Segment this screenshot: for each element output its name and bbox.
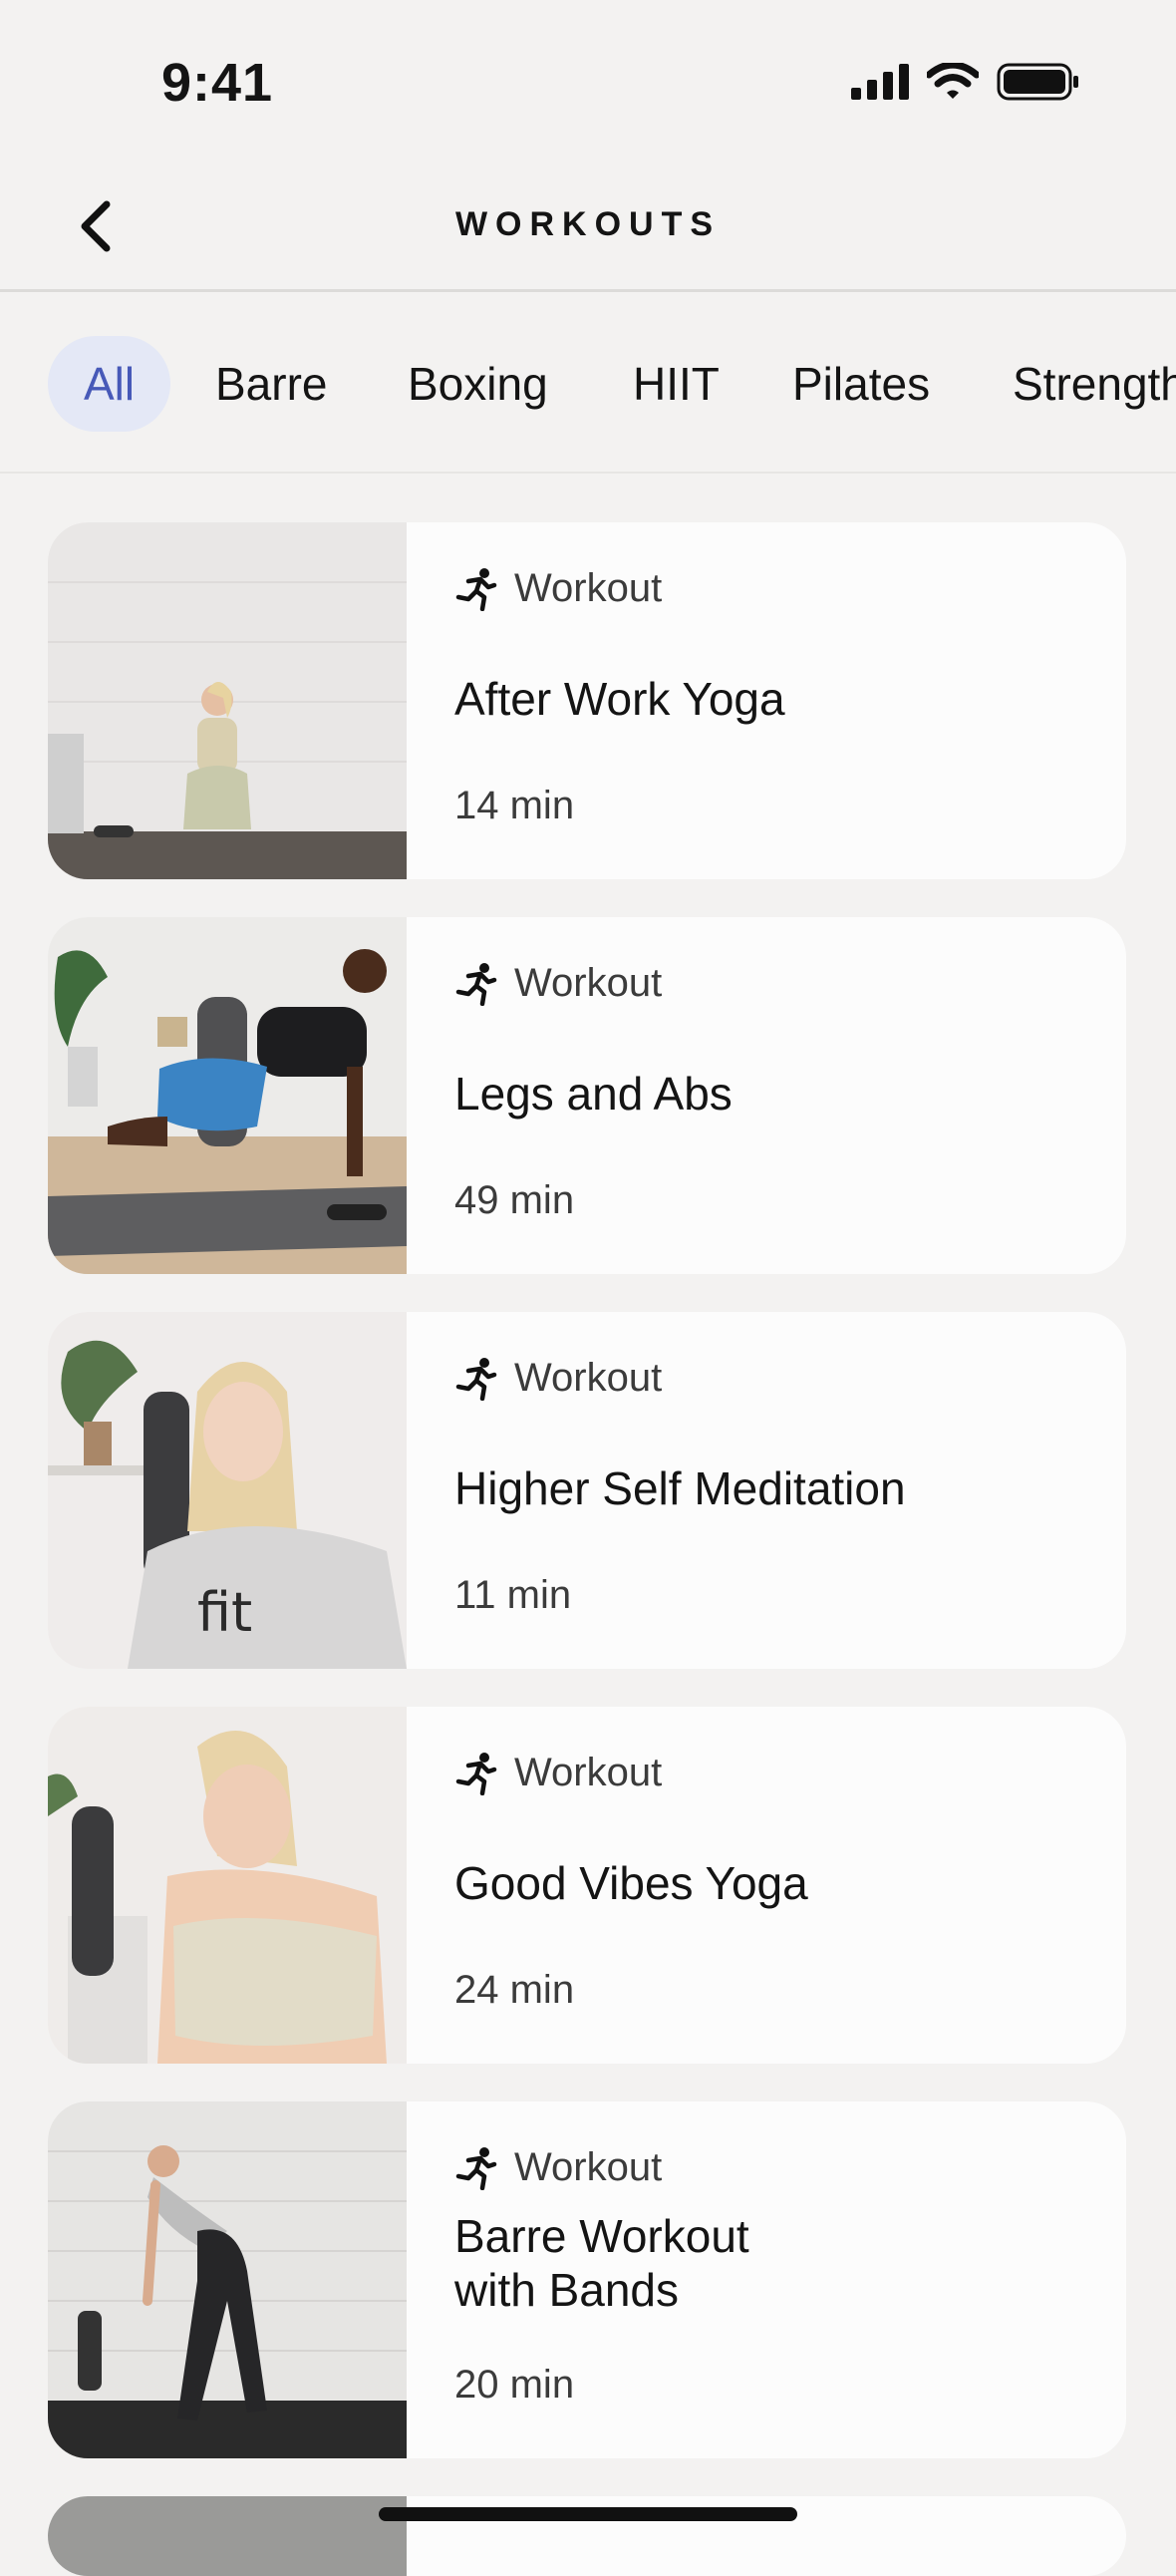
card-type-label: Workout bbox=[454, 961, 662, 1006]
card-duration: 24 min bbox=[454, 1968, 575, 2012]
card-title: Higher Self Meditation bbox=[454, 1462, 906, 1514]
battery-icon bbox=[997, 63, 1078, 101]
card-type-label: Workout bbox=[454, 1751, 662, 1795]
filter-chip-pilates[interactable]: Pilates bbox=[792, 336, 930, 432]
workout-card[interactable]: Workout After Work Yoga 14 min bbox=[48, 522, 1126, 879]
card-duration: 14 min bbox=[454, 784, 575, 827]
card-type-label: Workout bbox=[454, 1356, 662, 1401]
card-type-text: Workout bbox=[514, 566, 663, 610]
card-type-label: Workout bbox=[454, 566, 662, 611]
filter-chip-strength[interactable]: Strength bbox=[1013, 336, 1176, 432]
card-title: Barre Workout with Bands bbox=[454, 2210, 749, 2316]
card-type-text: Workout bbox=[514, 1356, 663, 1400]
filter-chip-all[interactable]: All bbox=[48, 336, 171, 432]
workout-thumbnail bbox=[48, 917, 407, 1274]
card-title: Legs and Abs bbox=[454, 1068, 733, 1120]
card-title: After Work Yoga bbox=[454, 673, 785, 725]
workout-thumbnail bbox=[48, 1707, 407, 2064]
wifi-icon bbox=[927, 63, 979, 99]
card-type-text: Workout bbox=[514, 2145, 663, 2189]
card-title: Good Vibes Yoga bbox=[454, 1857, 808, 1909]
workout-thumbnail bbox=[48, 522, 407, 879]
filter-chip-boxing[interactable]: Boxing bbox=[408, 336, 548, 432]
running-person-icon bbox=[455, 1752, 497, 1795]
workout-card[interactable]: fit Workout Higher Self Meditation 11 mi… bbox=[48, 1312, 1126, 1669]
workout-thumbnail bbox=[48, 2496, 407, 2576]
svg-text:fit: fit bbox=[197, 1581, 252, 1644]
page-title: WORKOUTS bbox=[454, 205, 722, 243]
filter-chip-barre[interactable]: Barre bbox=[215, 336, 327, 432]
status-icons bbox=[851, 62, 1080, 102]
workout-card[interactable]: Workout Legs and Abs 49 min bbox=[48, 917, 1126, 1274]
workout-card[interactable]: Workout Barre Workout with Bands 20 min bbox=[48, 2101, 1126, 2458]
card-duration: 20 min bbox=[454, 2363, 575, 2407]
running-person-icon bbox=[455, 567, 497, 611]
navigation-bar: WORKOUTS bbox=[0, 169, 1176, 292]
status-time: 9:41 bbox=[161, 53, 274, 113]
running-person-icon bbox=[455, 1357, 497, 1401]
status-bar: 9:41 bbox=[0, 0, 1176, 169]
card-duration: 49 min bbox=[454, 1178, 575, 1222]
running-person-icon bbox=[455, 962, 497, 1006]
card-duration: 11 min bbox=[454, 1573, 572, 1617]
workout-thumbnail: fit bbox=[48, 1312, 407, 1669]
workout-card[interactable]: Workout Good Vibes Yoga 24 min bbox=[48, 1707, 1126, 2064]
card-type-text: Workout bbox=[514, 961, 663, 1005]
category-filter-bar[interactable]: All Barre Boxing HIIT Pilates Strength bbox=[0, 292, 1176, 474]
card-type-label: Workout bbox=[454, 2145, 662, 2190]
card-type-text: Workout bbox=[514, 1751, 663, 1794]
running-person-icon bbox=[455, 2146, 497, 2190]
cellular-signal-icon bbox=[851, 64, 909, 100]
filter-chip-hiit[interactable]: HIIT bbox=[633, 336, 720, 432]
workout-thumbnail bbox=[48, 2101, 407, 2458]
home-indicator bbox=[379, 2507, 797, 2521]
